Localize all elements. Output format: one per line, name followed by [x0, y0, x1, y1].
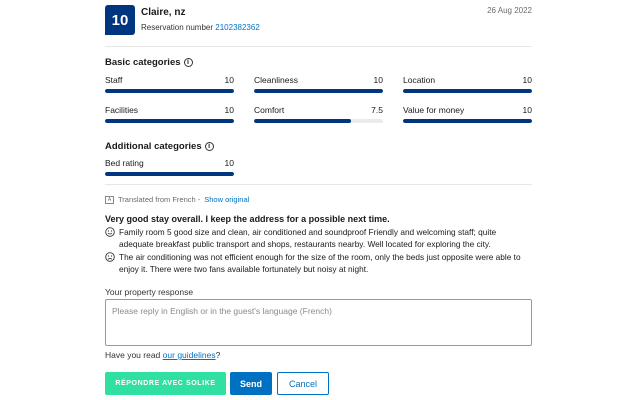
score-badge: 10 [105, 5, 135, 35]
translate-icon: A [105, 195, 114, 204]
category-location: Location 10 [403, 75, 532, 93]
review-title: Very good stay overall. I keep the addre… [105, 214, 390, 224]
cancel-button[interactable]: Cancel [277, 372, 329, 395]
response-textarea[interactable] [105, 299, 532, 346]
solike-reply-button[interactable]: RÉPONDRE AVEC SOLIKE [105, 372, 226, 395]
review-card: 10 Claire, nz Reservation number 2102382… [105, 0, 532, 400]
category-bar [403, 89, 532, 93]
additional-categories-title: Additional categories i [105, 141, 214, 152]
category-facilities: Facilities 10 [105, 105, 234, 123]
category-score: 10 [522, 75, 532, 85]
review-date: 26 Aug 2022 [487, 6, 532, 15]
info-icon[interactable]: i [204, 142, 214, 151]
category-score: 10 [224, 105, 234, 115]
category-score: 10 [522, 105, 532, 115]
smile-icon [105, 227, 115, 237]
category-bar [105, 89, 234, 93]
category-score: 10 [224, 158, 234, 168]
divider [105, 46, 532, 47]
reservation-label: Reservation number [141, 23, 214, 32]
category-label: Location [403, 75, 436, 85]
additional-categories-label: Additional categories [105, 141, 202, 152]
send-button[interactable]: Send [230, 372, 272, 395]
category-label: Bed rating [105, 158, 144, 168]
divider [105, 184, 532, 185]
basic-categories-label: Basic categories [105, 57, 181, 68]
category-score: 10 [373, 75, 383, 85]
translation-text: Translated from French - [118, 195, 201, 204]
category-bar [254, 89, 383, 93]
reservation-line: Reservation number 2102382362 [141, 23, 260, 32]
guidelines-suffix: ? [215, 350, 221, 360]
info-icon[interactable]: i [183, 58, 193, 67]
category-bed-rating: Bed rating 10 [105, 158, 234, 176]
guidelines-link[interactable]: our guidelines [163, 350, 216, 360]
category-bar-fill [403, 89, 532, 93]
guidelines-line: Have you read our guidelines? [105, 350, 220, 360]
category-label: Comfort [254, 105, 285, 115]
category-bar [105, 119, 234, 123]
category-label: Facilities [105, 105, 139, 115]
category-bar-fill [254, 119, 351, 123]
category-cleanliness: Cleanliness 10 [254, 75, 383, 93]
category-score: 10 [224, 75, 234, 85]
translation-notice: A Translated from French - Show original [105, 195, 249, 204]
category-bar [254, 119, 383, 123]
category-bar-fill [403, 119, 532, 123]
category-comfort: Comfort 7.5 [254, 105, 383, 123]
show-original-link[interactable]: Show original [204, 195, 249, 204]
category-label: Value for money [403, 105, 465, 115]
sad-face-icon [105, 252, 115, 262]
category-bar-fill [105, 89, 234, 93]
category-bar [403, 119, 532, 123]
guest-name: Claire, nz [141, 7, 186, 18]
category-label: Staff [105, 75, 123, 85]
category-bar [105, 172, 234, 176]
review-negative: The air conditioning was not efficient e… [105, 251, 532, 275]
basic-categories-title: Basic categories i [105, 57, 193, 68]
response-label: Your property response [105, 287, 194, 297]
category-label: Cleanliness [254, 75, 298, 85]
category-bar-fill [105, 172, 234, 176]
category-bar-fill [105, 119, 234, 123]
review-negative-text: The air conditioning was not efficient e… [119, 252, 521, 274]
category-staff: Staff 10 [105, 75, 234, 93]
guidelines-prefix: Have you read [105, 350, 161, 360]
category-value-for-money: Value for money 10 [403, 105, 532, 123]
reservation-number-link[interactable]: 2102382362 [215, 23, 260, 32]
category-score: 7.5 [371, 105, 383, 115]
category-bar-fill [254, 89, 383, 93]
review-positive: Family room 5 good size and clean, air c… [105, 226, 532, 250]
review-positive-text: Family room 5 good size and clean, air c… [119, 227, 497, 249]
